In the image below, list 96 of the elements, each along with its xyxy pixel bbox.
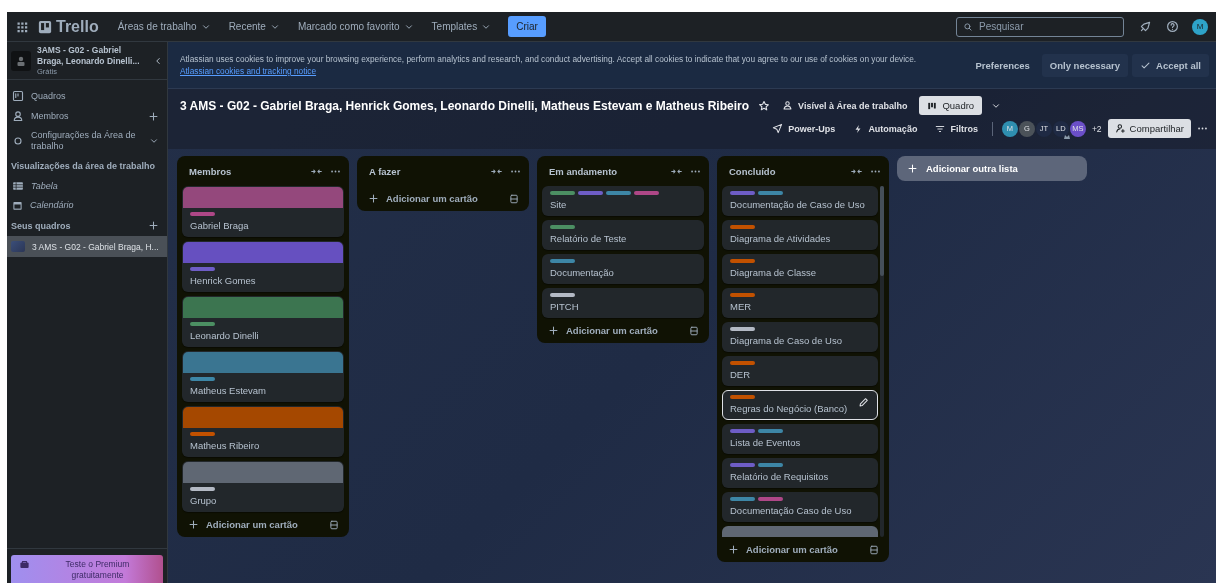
toolbar-button[interactable]: Power-Ups [766,121,842,136]
card[interactable]: Relatório de Teste [542,220,704,250]
template-icon [509,193,519,204]
card[interactable]: Matheus Ribeiro [182,406,344,457]
calendar-icon [12,200,23,211]
plus-icon [148,110,159,122]
settings-icon [12,135,24,147]
card[interactable]: Henrick Gomes [182,241,344,292]
workspace-name: 3AMS - G02 - Gabriel Braga, Leonardo Dinelli... [37,45,141,67]
grid-icon [16,20,28,33]
plus-icon [548,325,559,336]
cookie-button[interactable]: Preferences [967,53,1038,77]
menu-button[interactable]: Templates [424,17,499,36]
card[interactable]: Lista de Eventos [722,424,878,454]
card[interactable]: PITCH [542,288,704,318]
person-icon [12,110,24,122]
more-members-count[interactable]: +2 [1091,123,1102,134]
template-icon [689,325,699,336]
cookie-button[interactable]: Accept all [1132,53,1209,77]
sidebar-item[interactable]: Tabela [7,176,167,196]
card[interactable]: Leonardo Dinelli [182,296,344,347]
list-title: A fazer [369,165,402,177]
section-heading: Seus quadros [11,220,72,231]
visibility-button[interactable]: Visível à Área de trabalho [779,100,911,111]
board-item[interactable]: 3 AMS - G02 - Gabriel Braga, H... [7,236,167,257]
card[interactable]: MER [722,288,878,318]
search-field[interactable]: Pesquisar [956,16,1124,37]
list-title: Concluído [729,165,777,177]
cookie-notice: Atlassian uses cookies to improve your browsing experience, perform analytics and research, and conduct advertising. Accept all cookies to indicate that you agree to our use of cookies on your device. [180,53,918,65]
sidebar-item[interactable]: Configurações da Área de trabalho [7,126,167,156]
card[interactable]: Gabriel Braga [182,186,344,237]
chevron-left-icon [153,55,163,66]
plus-icon [728,544,739,555]
card[interactable]: Matheus Estevam [182,351,344,402]
list-title: Em andamento [549,165,619,177]
people-icon [782,100,794,111]
search-icon [963,21,973,32]
chevron-down-icon [149,136,159,146]
workspace-icon [11,50,31,71]
template-icon [869,544,879,555]
share-button[interactable]: Compartilhar [1107,119,1191,138]
section-heading: Visualizações da área de trabalho [11,161,156,171]
rocket-icon [1139,20,1152,33]
card[interactable]: Diagrama de Atividades [722,220,878,250]
scrollbar[interactable] [880,186,884,537]
star-icon [758,99,771,112]
add-card-button[interactable]: Adicionar um cartão [177,512,349,537]
plus-icon [907,163,918,174]
view-button[interactable]: Quadro [919,96,983,115]
send-icon [772,123,784,134]
cookie-button[interactable]: Only necessary [1041,53,1129,77]
board-view-icon [927,100,938,111]
plus-icon [368,193,379,204]
card[interactable]: Documentação [542,254,704,284]
pencil-icon [858,397,869,408]
table-icon [12,180,24,192]
card[interactable]: Grupo [182,461,344,512]
card[interactable]: Diagrama de Caso de Uso [722,322,878,352]
plus-icon [188,519,199,530]
add-person-icon [1114,123,1126,134]
toolbar-button[interactable]: Filtros [929,121,984,136]
create-button[interactable]: Criar [508,16,546,37]
list-title: Membros [189,165,233,177]
add-card-button[interactable]: Adicionar um cartão [357,186,529,211]
card[interactable]: Regras do Negócio (Banco) [722,390,878,420]
card[interactable]: Documentação de Caso de Uso [722,186,878,216]
add-card-button[interactable]: Adicionar um cartão [537,318,709,343]
card-cover[interactable] [722,526,878,537]
board-logo-icon [38,19,52,34]
add-card-button[interactable]: Adicionar um cartão [717,537,889,562]
premium-button[interactable]: Teste o Premium gratuitamente [11,555,163,583]
sidebar-item[interactable]: Membros [7,106,167,126]
filter-icon [935,123,946,134]
card[interactable]: DER [722,356,878,386]
add-list-button[interactable]: Adicionar outra lista [897,156,1087,181]
card[interactable]: Diagrama de Classe [722,254,878,284]
card[interactable]: Relatório de Requisitos [722,458,878,488]
toolbar-button[interactable]: Automação [847,121,924,136]
menu-button[interactable]: Áreas de trabalho [110,17,218,36]
board-title: 3 AMS - G02 - Gabriel Braga, Henrick Gomes, Leonardo Dinelli, Matheus Estevam e Matheus Ribeiro [180,98,750,113]
menu-button[interactable]: Marcado como favorito [290,17,421,36]
sidebar-item[interactable]: Quadros [7,86,167,106]
card[interactable]: Documentação Caso de Uso [722,492,878,522]
admin-badge-icon [1063,132,1070,139]
add-board-icon [148,220,159,231]
board-icon [12,90,24,102]
menu-button[interactable]: Recente [221,17,287,36]
board-thumbnail [11,241,25,252]
gift-icon [19,559,30,570]
cookie-link[interactable]: Atlassian cookies and tracking notice [180,66,317,76]
help-icon [1166,20,1179,33]
sidebar-item[interactable]: Calendário [7,196,167,215]
card[interactable]: Site [542,186,704,216]
template-icon [329,519,339,530]
user-avatar[interactable]: M [1192,18,1208,35]
logo-text: Trello [56,17,99,36]
